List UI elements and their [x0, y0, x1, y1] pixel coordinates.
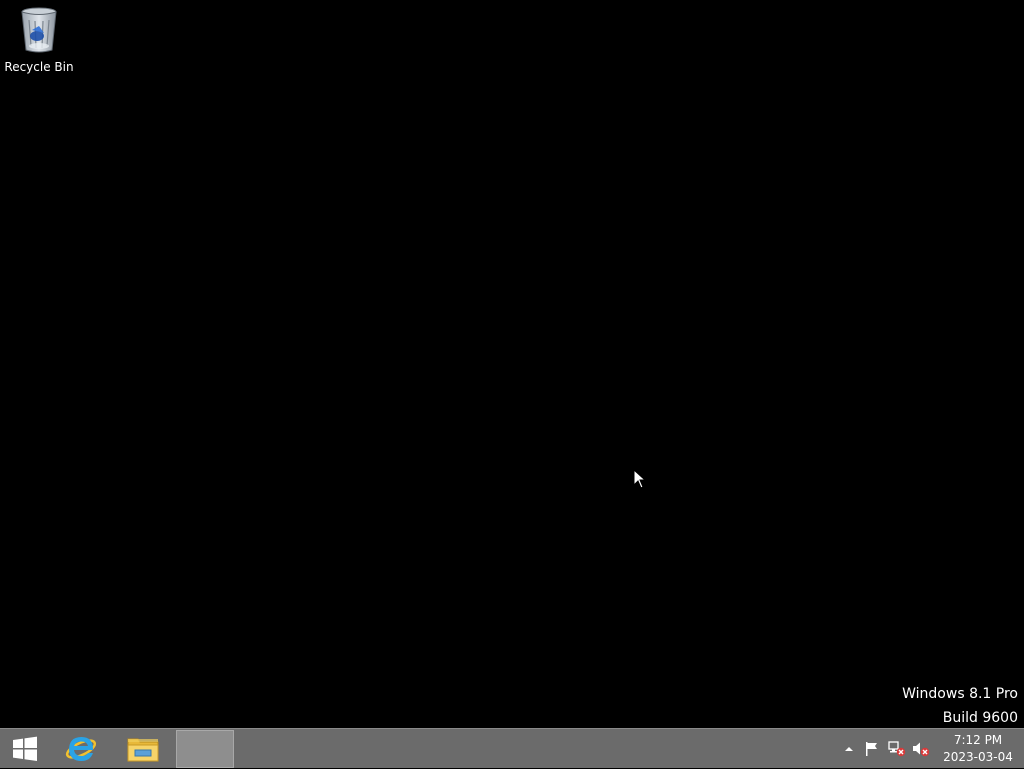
volume-button[interactable] [910, 729, 932, 769]
chevron-up-icon [845, 747, 853, 751]
windows-logo-icon [13, 736, 37, 761]
network-status-button[interactable] [886, 729, 908, 769]
running-app-taskbar-button[interactable] [176, 730, 234, 768]
taskbar: 7:12 PM 2023-03-04 [0, 728, 1024, 768]
watermark-edition: Windows 8.1 Pro [902, 686, 1018, 702]
mouse-pointer-icon [633, 469, 647, 489]
taskbar-clock[interactable]: 7:12 PM 2023-03-04 [938, 729, 1018, 769]
file-explorer-icon [127, 738, 159, 762]
show-hidden-icons-button[interactable] [842, 729, 856, 769]
watermark-build: Build 9600 [942, 710, 1018, 726]
internet-explorer-icon [65, 737, 97, 761]
volume-muted-icon [913, 742, 930, 757]
recycle-bin-label: Recycle Bin [4, 60, 74, 74]
start-button[interactable] [0, 729, 50, 769]
internet-explorer-taskbar-button[interactable] [56, 729, 106, 769]
recycle-bin-shortcut[interactable]: Recycle Bin [4, 4, 74, 76]
windows-version-watermark: Windows 8.1 Pro Build 9600 [902, 682, 1018, 730]
desktop[interactable]: Recycle Bin Windows 8.1 Pro Build 9600 [0, 0, 1024, 728]
flag-icon [866, 742, 877, 756]
clock-time: 7:12 PM [953, 733, 1003, 747]
action-center-button[interactable] [862, 729, 882, 769]
recycle-bin-icon [21, 7, 57, 53]
network-disconnected-icon [888, 741, 906, 757]
clock-date: 2023-03-04 [943, 750, 1013, 764]
file-explorer-taskbar-button[interactable] [118, 729, 168, 769]
